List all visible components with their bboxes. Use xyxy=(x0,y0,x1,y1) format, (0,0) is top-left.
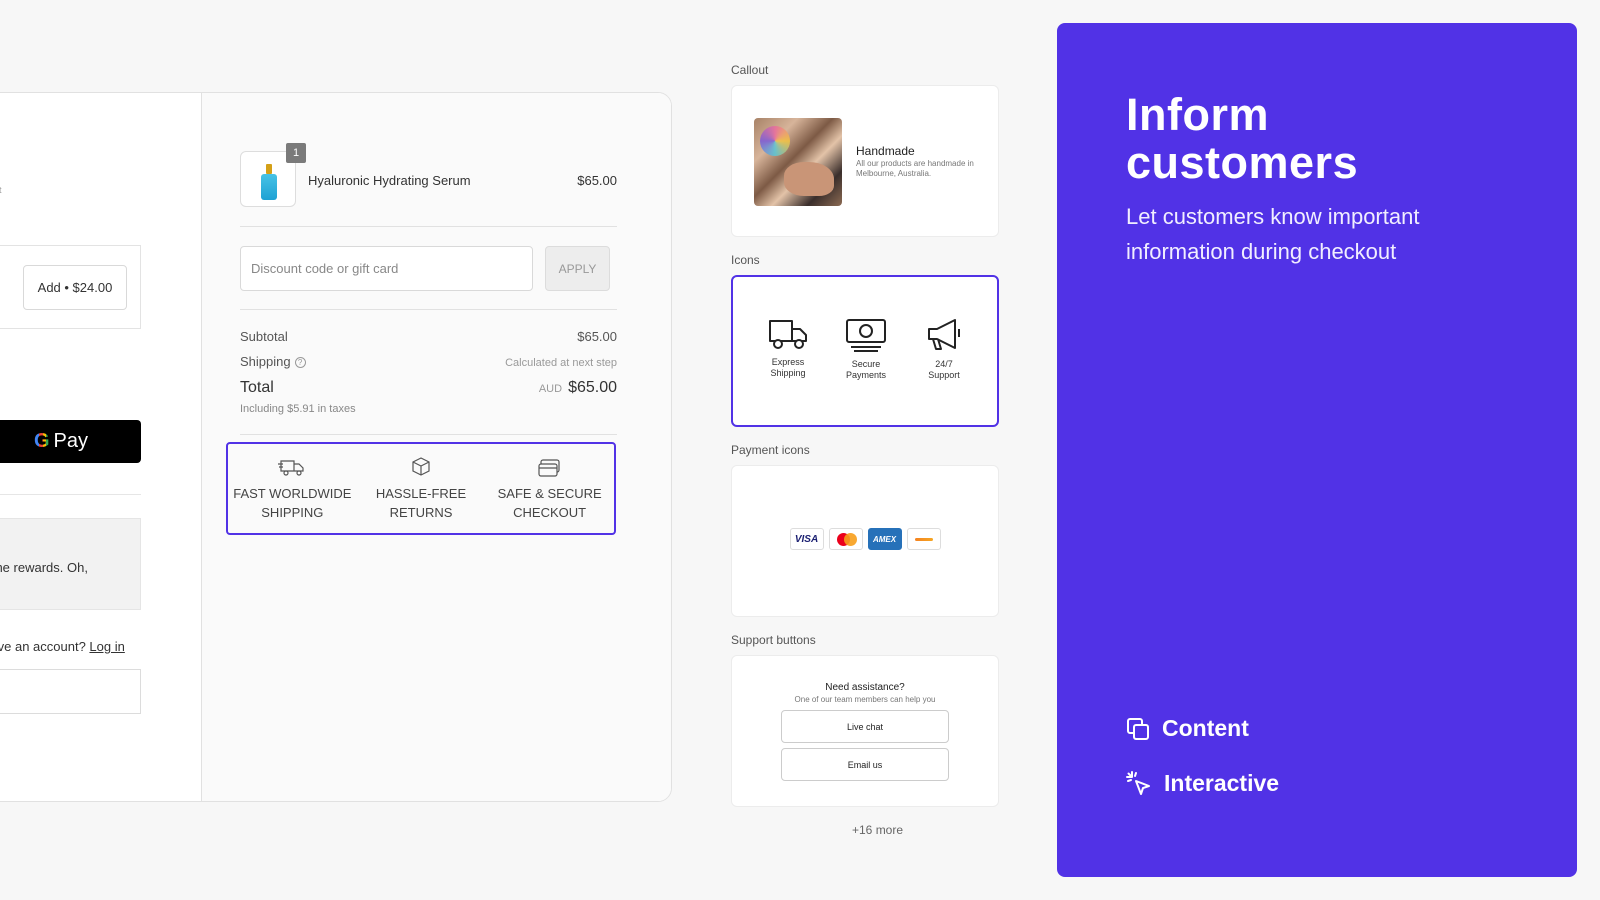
block-label-callout: Callout xyxy=(731,63,769,77)
icons-block-card[interactable]: Express Shipping Secure Payments 24/7 Su… xyxy=(731,275,999,427)
feature-label: Content xyxy=(1162,715,1249,741)
email-us-button[interactable]: Email us xyxy=(781,748,949,781)
visa-icon: VISA xyxy=(789,528,824,550)
truck-icon xyxy=(769,320,807,349)
checkout-left-column: t Add • $24.00 G Pay g the rewards. Oh, … xyxy=(0,93,202,801)
support-subtitle: One of our team members can help you xyxy=(794,695,936,704)
copy-icon xyxy=(1127,717,1149,740)
icon-item-payments: Secure Payments xyxy=(831,317,901,381)
divider xyxy=(240,309,617,310)
discover-icon xyxy=(906,528,941,550)
google-pay-button[interactable]: G Pay xyxy=(0,420,141,463)
panel-title: Inform customers xyxy=(1126,89,1359,188)
product-thumbnail: 1 xyxy=(240,143,306,207)
cursor-click-icon xyxy=(1126,770,1150,795)
icon-item-line1: Secure xyxy=(851,359,881,369)
truck-icon xyxy=(278,460,304,476)
feature-interactive: Interactive xyxy=(1126,770,1279,797)
serum-bottle-image xyxy=(259,164,279,200)
more-blocks-link[interactable]: +16 more xyxy=(852,823,903,837)
trust-badges-block[interactable]: FAST WORLDWIDE SHIPPING HASSLE-FREE RETU… xyxy=(226,442,616,535)
feature-label: Interactive xyxy=(1164,770,1280,796)
icon-item-line1: Express xyxy=(771,357,805,367)
callout-title: Handmade xyxy=(856,144,915,158)
badge-shipping: FAST WORLDWIDE SHIPPING xyxy=(230,456,355,522)
megaphone-icon xyxy=(928,319,960,350)
product-price: $65.00 xyxy=(577,173,617,188)
badge-line1: FAST WORLDWIDE xyxy=(233,486,352,501)
panel-subtitle: Let customers know important information… xyxy=(1126,204,1420,264)
badge-line1: SAFE & SECURE xyxy=(497,486,602,501)
divider xyxy=(240,434,617,435)
badge-line2: RETURNS xyxy=(389,505,453,520)
icon-item-support: 24/7 Support xyxy=(909,317,979,381)
support-title: Need assistance? xyxy=(825,682,905,693)
order-summary: 1 Hyaluronic Hydrating Serum $65.00 Disc… xyxy=(202,93,671,801)
handmade-image xyxy=(754,118,842,206)
rewards-text: g the rewards. Oh, xyxy=(0,560,88,575)
gpay-label: Pay xyxy=(53,430,89,452)
icon-item-shipping: Express Shipping xyxy=(753,317,823,379)
icon-item-line1: 24/7 xyxy=(935,359,953,369)
shipping-label: Shipping xyxy=(240,354,291,369)
payment-icons-row: VISA AMEX xyxy=(732,528,998,550)
login-link[interactable]: Log in xyxy=(89,639,124,654)
upsell-add-button[interactable]: Add • $24.00 xyxy=(23,265,127,310)
callout-block-card[interactable]: Handmade All our products are handmade i… xyxy=(731,85,999,237)
total-value: $65.00 xyxy=(568,379,617,396)
badge-returns: HASSLE-FREE RETURNS xyxy=(358,456,483,522)
shipping-value: Calculated at next step xyxy=(505,357,617,369)
taxes-note: Including $5.91 in taxes xyxy=(240,403,356,415)
subtotal-row: Subtotal $65.00 xyxy=(240,329,617,344)
divider xyxy=(240,226,617,227)
feature-content: Content xyxy=(1126,715,1249,742)
subtotal-value: $65.00 xyxy=(577,329,617,344)
block-label-icons: Icons xyxy=(731,253,760,267)
google-g-icon: G xyxy=(33,430,50,452)
block-label-payment-icons: Payment icons xyxy=(731,443,810,457)
badge-line1: HASSLE-FREE xyxy=(375,486,467,501)
badge-line2: SHIPPING xyxy=(261,505,324,520)
shipping-row: Shipping? Calculated at next step xyxy=(240,354,617,369)
icon-item-line2: Payments xyxy=(845,370,887,380)
total-currency: AUD xyxy=(538,383,563,395)
icon-item-line2: Shipping xyxy=(770,368,806,378)
money-icon xyxy=(846,319,886,352)
icon-item-line2: Support xyxy=(928,370,960,380)
total-row: Total AUD $65.00 xyxy=(240,379,617,397)
feature-panel: Inform customers Let customers know impo… xyxy=(1057,23,1577,877)
total-label: Total xyxy=(240,379,274,396)
quantity-badge: 1 xyxy=(286,143,306,163)
box-icon xyxy=(412,457,430,476)
help-circle-icon[interactable]: ? xyxy=(294,357,306,369)
divider xyxy=(0,494,141,495)
payment-icons-block-card[interactable]: VISA AMEX xyxy=(731,465,999,617)
block-label-support: Support buttons xyxy=(731,633,816,647)
truncated-text: t xyxy=(0,185,2,195)
card-icon xyxy=(538,459,560,477)
upsell-card: Add • $24.00 xyxy=(0,245,141,329)
badge-checkout: SAFE & SECURE CHECKOUT xyxy=(487,456,612,522)
email-field[interactable] xyxy=(0,669,141,714)
account-prompt: Have an account? Log in xyxy=(0,639,125,654)
checkout-preview: t Add • $24.00 G Pay g the rewards. Oh, … xyxy=(0,92,672,802)
live-chat-button[interactable]: Live chat xyxy=(781,710,949,743)
callout-text: All our products are handmade in Melbour… xyxy=(856,159,974,178)
apply-button[interactable]: APPLY xyxy=(545,246,610,291)
support-block-card[interactable]: Need assistance? One of our team members… xyxy=(731,655,999,807)
mastercard-icon xyxy=(828,528,863,550)
discount-input[interactable]: Discount code or gift card xyxy=(240,246,533,291)
product-name: Hyaluronic Hydrating Serum xyxy=(308,173,471,188)
amex-icon: AMEX xyxy=(867,528,902,550)
account-prompt-text: Have an account? xyxy=(0,639,86,654)
badge-line2: CHECKOUT xyxy=(513,505,587,520)
subtotal-label: Subtotal xyxy=(240,329,288,344)
